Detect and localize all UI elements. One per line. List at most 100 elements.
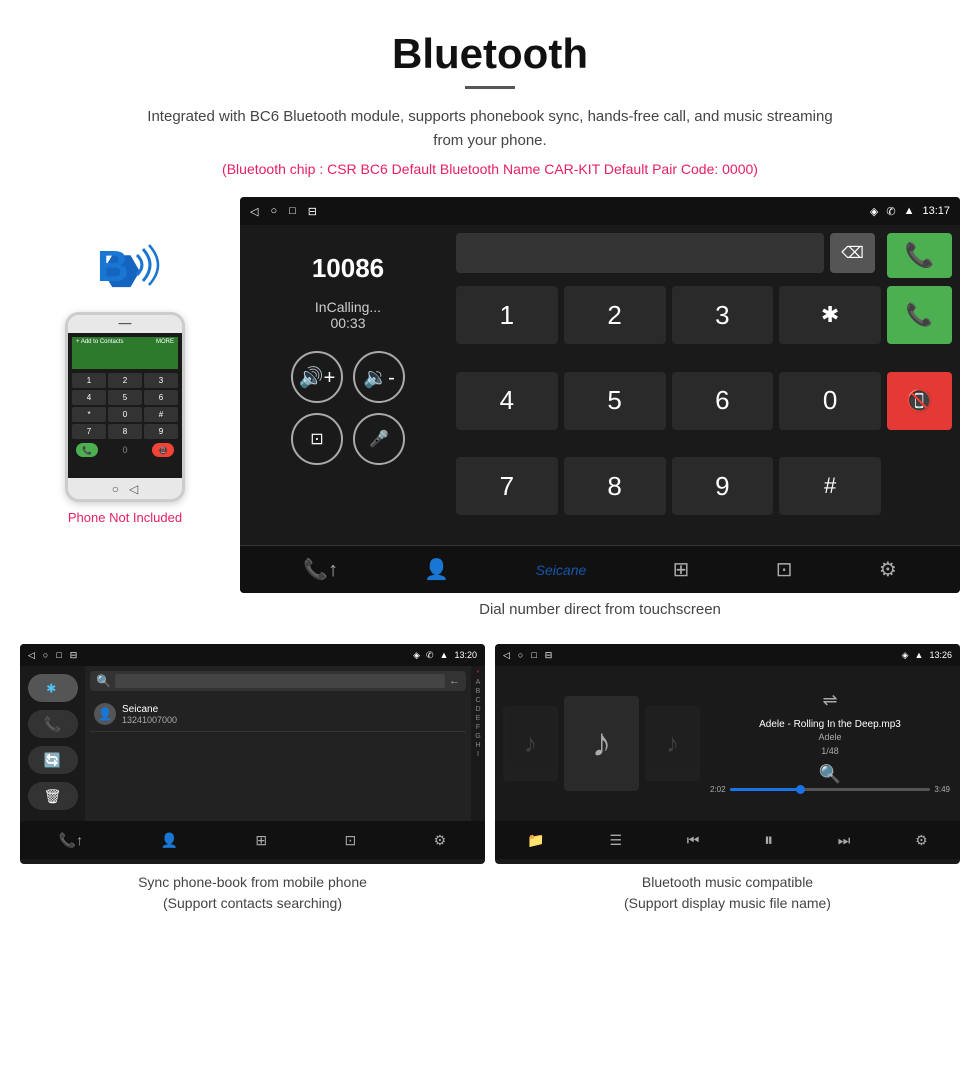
pb-bottom-transfer[interactable]: ⊡ (345, 832, 357, 849)
pb-sync-btn[interactable]: 🔄 (28, 746, 78, 774)
music-play-pause-icon[interactable]: ⏸ (764, 830, 773, 851)
music-recent[interactable]: □ (531, 650, 536, 661)
music-prev-icon[interactable]: ⏮ (687, 832, 700, 849)
pb-bluetooth-btn[interactable]: ✱ (28, 674, 78, 702)
pb-alpha-i[interactable]: I (477, 751, 479, 758)
phone-key-9[interactable]: # (144, 407, 178, 422)
key-hash[interactable]: # (779, 457, 881, 515)
phone-key-6[interactable]: 6 (144, 390, 178, 405)
phone-key-5[interactable]: 5 (108, 390, 142, 405)
status-screenshot-icon[interactable]: ⊟ (308, 205, 317, 218)
music-info-area: ⇌ Adele - Rolling In the Deep.mp3 Adele … (708, 690, 952, 798)
key-7[interactable]: 7 (456, 457, 558, 515)
phone-key-7[interactable]: * (72, 407, 106, 422)
pb-bottom-settings[interactable]: ⚙ (434, 832, 447, 849)
key-5[interactable]: 5 (564, 372, 666, 430)
pb-home[interactable]: ○ (43, 650, 48, 661)
key-0[interactable]: 0 (779, 372, 881, 430)
pb-notif[interactable]: ⊟ (70, 650, 78, 661)
music-list-icon[interactable]: ☰ (609, 832, 622, 849)
phone-key-9b[interactable]: 9 (144, 424, 178, 439)
phone-key-4[interactable]: 4 (72, 390, 106, 405)
dial-input-field[interactable] (456, 233, 824, 273)
mute-btn[interactable]: 🎤 (353, 413, 405, 465)
pb-alpha-star[interactable]: * (477, 670, 480, 677)
key-8[interactable]: 8 (564, 457, 666, 515)
music-home[interactable]: ○ (518, 650, 523, 661)
bottom-dialpad-icon[interactable]: ⊞ (673, 557, 690, 582)
music-eq-icon[interactable]: ⚙ (915, 832, 928, 849)
music-search-icon[interactable]: 🔍 (819, 764, 841, 785)
dial-number: 10086 (312, 253, 384, 284)
pb-contact-info: Seicane 13241007000 (122, 704, 177, 725)
key-1[interactable]: 1 (456, 286, 558, 344)
phone-home-btn[interactable]: ○ (112, 482, 119, 496)
pb-delete-btn[interactable]: 🗑 (28, 782, 78, 810)
pb-alpha-b[interactable]: B (476, 688, 481, 695)
end-call-btn[interactable]: 📵 (887, 372, 952, 430)
pb-search-input[interactable] (115, 674, 445, 688)
pb-back-arrow[interactable]: ← (449, 675, 460, 687)
key-2[interactable]: 2 (564, 286, 666, 344)
page-header: Bluetooth Integrated with BC6 Bluetooth … (0, 0, 980, 197)
music-status-bar: ◁ ○ □ ⊟ ◈ ▲ 13:26 (495, 644, 960, 666)
svg-text:B: B (97, 242, 129, 291)
key-9[interactable]: 9 (672, 457, 774, 515)
phone-key-2[interactable]: 2 (108, 373, 142, 388)
phone-end-button[interactable]: 📵 (152, 443, 174, 457)
volume-down-btn[interactable]: 🔉- (353, 351, 405, 403)
pb-bottom-contacts[interactable]: 👤 (161, 832, 178, 849)
music-folder-icon[interactable]: 📁 (527, 832, 544, 849)
bottom-contacts-icon[interactable]: 👤 (424, 557, 449, 582)
music-album-area: ♪ ♪ ♪ (503, 696, 700, 791)
pb-bottom-call[interactable]: 📞↑ (59, 832, 83, 849)
phonebook-caption: Sync phone-book from mobile phone(Suppor… (20, 872, 485, 914)
call-green-button[interactable]: 📞 (887, 233, 952, 278)
phone-key-8b[interactable]: 8 (108, 424, 142, 439)
phone-key-1[interactable]: 1 (72, 373, 106, 388)
pb-phone-btn[interactable]: 📞 (28, 710, 78, 738)
pb-back[interactable]: ◁ (28, 650, 35, 661)
status-recent-icon[interactable]: □ (289, 205, 296, 218)
phone-call-button[interactable]: 📞 (76, 443, 98, 457)
dial-backspace-btn[interactable]: ⌫ (830, 233, 875, 273)
pb-alpha-d[interactable]: D (475, 706, 480, 713)
key-4[interactable]: 4 (456, 372, 558, 430)
pb-alpha-h[interactable]: H (475, 742, 480, 749)
bottom-transfer-icon[interactable]: ⊡ (776, 557, 793, 582)
pb-alpha-a[interactable]: A (476, 679, 481, 686)
pb-search-icon[interactable]: 🔍 (96, 674, 111, 688)
key-6[interactable]: 6 (672, 372, 774, 430)
pb-bottom-dialpad[interactable]: ⊞ (255, 832, 267, 849)
volume-up-btn[interactable]: 🔊+ (291, 351, 343, 403)
music-shuffle-icon[interactable]: ⇌ (822, 690, 837, 711)
phone-zero-key[interactable]: 0 (122, 443, 127, 457)
bottom-settings-icon[interactable]: ⚙ (879, 557, 897, 582)
music-notif[interactable]: ⊟ (545, 650, 553, 661)
pb-alpha-g[interactable]: G (475, 733, 480, 740)
key-star[interactable]: ✱ (779, 286, 881, 344)
status-home-icon[interactable]: ○ (270, 205, 277, 218)
pb-alpha-f[interactable]: F (476, 724, 480, 731)
bottom-call-icon[interactable]: 📞↑ (303, 557, 338, 582)
phone-more: MORE (156, 339, 174, 345)
music-next-icon[interactable]: ⏭ (838, 832, 851, 849)
pb-alpha-e[interactable]: E (476, 715, 481, 722)
call-green-btn-right[interactable]: 📞 (887, 286, 952, 344)
phone-key-8[interactable]: 0 (108, 407, 142, 422)
pb-contact-row[interactable]: 👤 Seicane 13241007000 (90, 697, 466, 732)
phone-key-3[interactable]: 3 (144, 373, 178, 388)
key-3[interactable]: 3 (672, 286, 774, 344)
music-progress-fill (730, 788, 796, 791)
music-back[interactable]: ◁ (503, 650, 510, 661)
music-progress-track[interactable] (730, 788, 931, 791)
status-back-icon[interactable]: ◁ (250, 205, 258, 218)
transfer-btn[interactable]: ⊡ (291, 413, 343, 465)
phone-key-7b[interactable]: 7 (72, 424, 106, 439)
phone-back-btn[interactable]: ◁ (129, 482, 138, 496)
music-track-position: 1/48 (821, 746, 839, 756)
pb-recent[interactable]: □ (56, 650, 61, 661)
phone-mockup: ━━━ + Add to Contacts MORE 1 2 3 4 5 6 * (65, 312, 185, 502)
pb-alpha-c[interactable]: C (475, 697, 480, 704)
volume-down-icon: 🔉- (363, 365, 395, 390)
